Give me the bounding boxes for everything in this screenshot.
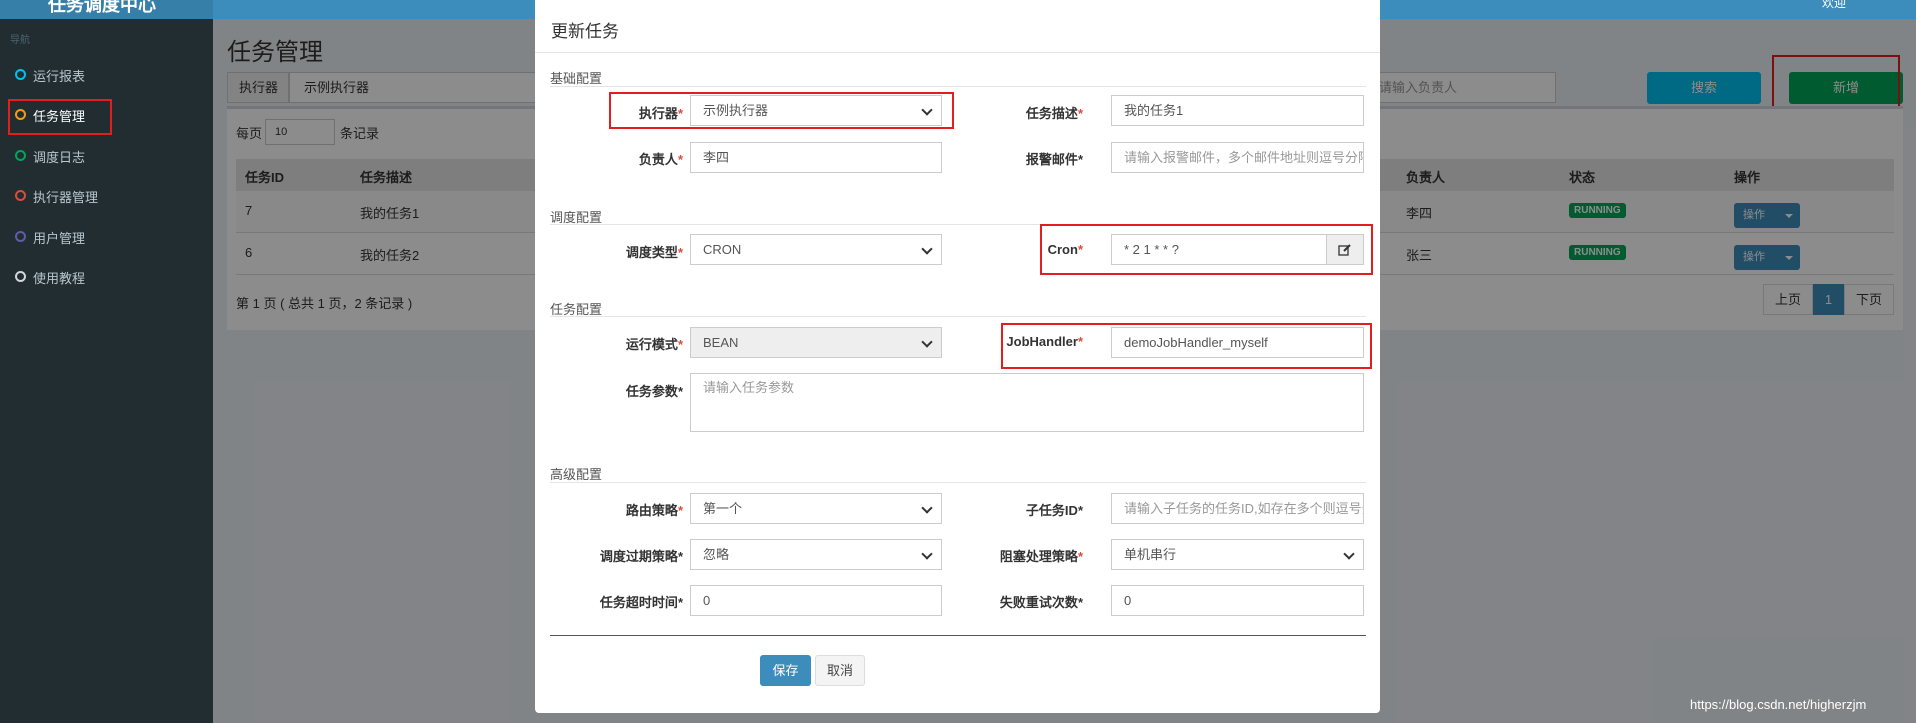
- job-param-label: 任务参数*: [625, 384, 683, 399]
- timeout-label: 任务超时时间*: [599, 595, 683, 610]
- retry-input[interactable]: 0: [1111, 585, 1364, 616]
- cron-label: Cron*: [1047, 242, 1083, 257]
- save-button[interactable]: 保存: [760, 655, 811, 686]
- sidebar-item-logs[interactable]: 调度日志: [0, 135, 213, 175]
- divider: [535, 52, 1380, 53]
- sidebar-item-label: 运行报表: [33, 69, 86, 84]
- sidebar: 任务调度中心 导航 运行报表 任务管理 调度日志 执行器管理 用户管理 使用教程: [0, 0, 213, 723]
- cron-input[interactable]: * 2 1 * * ?: [1111, 234, 1327, 265]
- divider: [550, 86, 1366, 87]
- circle-icon: [15, 150, 26, 161]
- watermark: https://blog.csdn.net/higherzjm: [1690, 697, 1867, 712]
- section-basic: 基础配置: [550, 71, 603, 86]
- edit-icon: [1338, 244, 1351, 256]
- sidebar-item-label: 调度日志: [33, 150, 86, 165]
- author-input[interactable]: 李四: [690, 142, 942, 173]
- route-select[interactable]: 第一个: [690, 493, 942, 524]
- child-job-label: 子任务ID*: [1025, 503, 1083, 518]
- block-strategy-label: 阻塞处理策略*: [999, 549, 1083, 564]
- brand-title: 任务调度中心: [48, 0, 156, 15]
- route-label: 路由策略*: [625, 503, 683, 518]
- sidebar-item-label: 使用教程: [33, 271, 86, 286]
- sidebar-item-executors[interactable]: 执行器管理: [0, 175, 213, 215]
- job-handler-input[interactable]: demoJobHandler_myself: [1111, 327, 1364, 358]
- circle-icon: [15, 109, 26, 120]
- alarm-email-input[interactable]: 请输入报警邮件，多个邮件地址则逗号分隔: [1111, 142, 1364, 173]
- schedule-type-select[interactable]: CRON: [690, 234, 942, 265]
- circle-icon: [15, 190, 26, 201]
- sidebar-item-jobs[interactable]: 任务管理: [0, 94, 213, 134]
- divider: [550, 224, 1366, 225]
- job-handler-label: JobHandler*: [1006, 334, 1083, 349]
- update-job-modal: 更新任务 基础配置 执行器* 示例执行器 任务描述* 我的任务1 负责人* 李四…: [535, 0, 1380, 713]
- misfire-label: 调度过期策略*: [599, 549, 683, 564]
- block-strategy-select[interactable]: 单机串行: [1111, 539, 1364, 570]
- brand-logo[interactable]: 任务调度中心: [0, 0, 213, 19]
- schedule-type-label: 调度类型*: [625, 245, 683, 260]
- cancel-button[interactable]: 取消: [815, 655, 865, 686]
- circle-icon: [15, 69, 26, 80]
- modal-title: 更新任务: [551, 22, 619, 41]
- divider: [550, 316, 1366, 317]
- alarm-email-label: 报警邮件*: [1025, 152, 1083, 167]
- job-desc-label: 任务描述*: [1025, 106, 1083, 121]
- job-desc-input[interactable]: 我的任务1: [1111, 95, 1364, 126]
- nav-header: 导航: [10, 35, 30, 46]
- sidebar-item-users[interactable]: 用户管理: [0, 216, 213, 256]
- retry-label: 失败重试次数*: [999, 595, 1083, 610]
- sidebar-item-help[interactable]: 使用教程: [0, 256, 213, 296]
- executor-label: 执行器*: [638, 106, 683, 121]
- cron-edit-button[interactable]: [1327, 234, 1364, 265]
- welcome-text: 欢迎: [1821, 0, 1846, 10]
- job-param-textarea[interactable]: 请输入任务参数: [690, 373, 1364, 432]
- circle-icon: [15, 271, 26, 282]
- circle-icon: [15, 231, 26, 242]
- divider: [550, 635, 1366, 636]
- sidebar-item-label: 执行器管理: [33, 190, 99, 205]
- glue-type-label: 运行模式*: [625, 337, 683, 352]
- executor-select[interactable]: 示例执行器: [690, 95, 942, 126]
- divider: [550, 482, 1366, 483]
- sidebar-item-label: 用户管理: [33, 231, 86, 246]
- child-job-input[interactable]: 请输入子任务的任务ID,如存在多个则逗号分隔: [1111, 493, 1364, 524]
- timeout-input[interactable]: 0: [690, 585, 942, 616]
- section-advanced: 高级配置: [550, 467, 603, 482]
- glue-type-select[interactable]: BEAN: [690, 327, 942, 358]
- author-label: 负责人*: [638, 152, 683, 167]
- misfire-select[interactable]: 忽略: [690, 539, 942, 570]
- sidebar-item-report[interactable]: 运行报表: [0, 54, 213, 94]
- sidebar-item-label: 任务管理: [33, 109, 86, 124]
